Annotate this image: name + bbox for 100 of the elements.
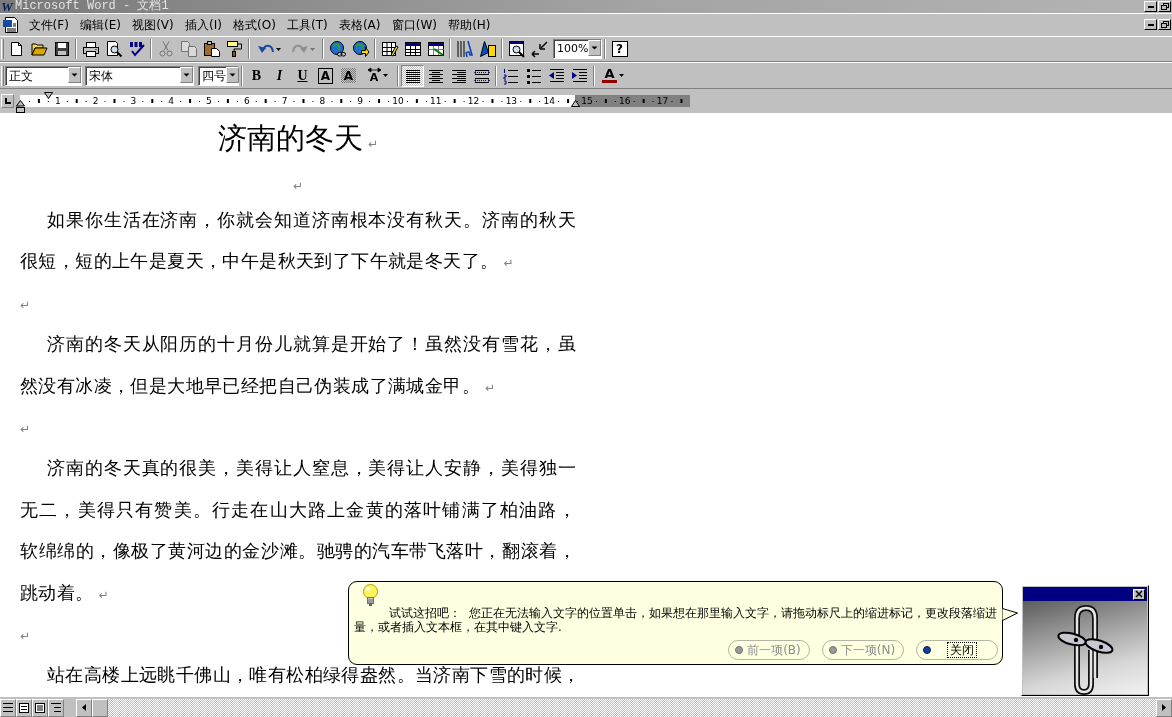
ruler-number: 14 — [543, 96, 555, 106]
scroll-left-button[interactable] — [76, 698, 92, 717]
minimize-button[interactable] — [1144, 19, 1157, 30]
zoom-dropdown[interactable]: 100% — [553, 39, 602, 59]
justify-lines-icon — [404, 67, 421, 84]
menu-item[interactable]: 格式(O) — [227, 16, 282, 33]
restore-icon — [1160, 3, 1169, 10]
page-magnifier-icon — [105, 41, 122, 57]
clipboard-icon — [203, 41, 220, 57]
indent-icon — [571, 67, 588, 84]
paragraph-mark: ↵ — [20, 628, 31, 643]
up-triangle-icon[interactable] — [571, 100, 580, 107]
caret-icon — [309, 47, 315, 51]
show-hide-button[interactable] — [528, 38, 551, 60]
font-dropdown[interactable]: 宋体 — [85, 65, 194, 86]
paragraph-mark: ↵ — [20, 421, 31, 436]
bold-button[interactable]: B — [245, 64, 268, 87]
double-arrow-icon — [367, 68, 381, 72]
caret-icon — [618, 74, 624, 77]
page-icon — [35, 702, 45, 713]
ruler-number: 9 — [357, 96, 364, 106]
columns-icon — [456, 41, 473, 57]
ruler-number: 13 — [505, 96, 518, 106]
web-layout-view-button[interactable] — [16, 698, 32, 717]
menu-item[interactable]: 窗口(W) — [386, 16, 443, 33]
dropdown-arrow-icon — [226, 66, 239, 83]
paint-roller-icon — [226, 41, 243, 57]
dropdown-arrow-icon — [68, 66, 81, 83]
left-arrow-icon — [82, 704, 86, 711]
menu-item[interactable]: 编辑(E) — [74, 16, 127, 33]
restore-icon — [1160, 21, 1169, 28]
dropdown-arrow-icon — [180, 66, 193, 83]
app-logo: W — [1, 0, 13, 13]
toolbar-grip[interactable] — [1, 39, 4, 59]
lines-icon — [3, 703, 13, 712]
underline-button[interactable]: U — [291, 64, 314, 87]
minimize-icon — [1147, 23, 1154, 26]
paragraph-mark: ↵ — [20, 297, 31, 312]
table-pencil-icon — [381, 41, 398, 57]
numbered-list-icon — [502, 67, 519, 84]
caret-icon — [275, 47, 281, 51]
style-dropdown[interactable]: 正文 — [5, 65, 82, 86]
minimize-button[interactable] — [1144, 1, 1157, 12]
menu-item[interactable]: 表格(A) — [333, 16, 387, 33]
ruler-number: 7 — [281, 96, 288, 106]
triangle-box-icon[interactable] — [16, 100, 25, 113]
ruler-number: 5 — [206, 96, 212, 106]
arrows-icon — [531, 41, 548, 57]
ruler-number: 16 — [619, 96, 631, 106]
italic-button[interactable]: I — [268, 64, 291, 87]
globe-chain-icon — [329, 41, 346, 57]
dot-icon — [923, 646, 931, 654]
font-size-dropdown[interactable]: 四号 — [198, 65, 239, 86]
bulleted-list-icon — [525, 67, 542, 84]
framed-page-icon — [19, 702, 29, 713]
down-triangle-icon[interactable] — [44, 92, 53, 99]
ruler-number: 3 — [130, 96, 137, 106]
toolbar-grip[interactable] — [1, 65, 4, 86]
normal-view-button[interactable] — [0, 698, 16, 717]
two-pages-icon — [180, 41, 197, 57]
page-layout-view-button[interactable] — [32, 698, 48, 717]
ruler-number: 17 — [656, 96, 669, 106]
menu-item[interactable]: 视图(V) — [126, 16, 180, 33]
ruler-number: 2 — [92, 96, 99, 106]
ruler-number: 1 — [54, 96, 61, 106]
ruler-number: 11 — [430, 96, 442, 106]
text-line: 然没有冰凌，但是大地早已经把自己伪装成了满城金甲。 ↵ — [20, 375, 496, 396]
text-line: 跳动着。 ↵ — [20, 582, 110, 603]
text-line: 很短，短的上午是夏天，中午是秋天到了下午就是冬天了。 ↵ — [20, 251, 514, 272]
text-line: 济南的冬天真的很美，美得让人窒息，美得让人安静，美得独一 — [46, 458, 576, 479]
character-shading-button[interactable]: A — [337, 64, 360, 87]
dropdown-arrow-icon — [588, 40, 602, 56]
menu-item[interactable]: 文件(F) — [23, 16, 75, 33]
menu-item[interactable]: 帮助(H) — [442, 16, 497, 33]
text-line: 如果你生活在济南，你就会知道济南根本没有秋天。济南的秋天 — [46, 210, 576, 230]
ruler-number: 15 — [581, 96, 593, 106]
restore-button[interactable] — [1158, 19, 1171, 30]
text-line: 无二，美得只有赞美。行走在山大路上金黄的落叶铺满了柏油路， — [20, 499, 576, 520]
ruler-number: 4 — [168, 96, 175, 106]
close-button[interactable] — [1133, 588, 1145, 600]
tab-selector-button[interactable] — [1, 94, 14, 108]
character-scale-button[interactable]: A — [360, 64, 395, 87]
folder-icon — [30, 41, 47, 57]
corner-bracket-icon — [4, 98, 11, 104]
tip-text: 试试这招吧： 您正在无法输入文字的位置单击，如果想在那里输入文字，请拖动标尺上的缩进标记，更改段落缩进量，或者插入文本框，在其中键入文字. — [354, 606, 997, 634]
menu-item[interactable]: 工具(T) — [281, 16, 334, 33]
justify-button[interactable] — [401, 64, 424, 87]
font-color-button[interactable]: A — [597, 64, 629, 87]
text-line: 济南的冬天从阳历的十月份儿就算是开始了！虽然没有雪花，虽 — [46, 334, 576, 355]
menu-item[interactable]: 插入(I) — [179, 16, 228, 33]
window-magnifier-icon — [508, 41, 525, 57]
right-lines-icon — [450, 67, 467, 84]
scroll-right-button[interactable] — [1156, 698, 1172, 717]
minimize-icon — [1147, 5, 1154, 8]
ruler-number: 10 — [392, 96, 404, 106]
outline-lines-icon — [51, 703, 61, 712]
restore-button[interactable] — [1158, 1, 1171, 12]
outline-view-button[interactable] — [48, 698, 64, 717]
scroll-thumb[interactable] — [92, 698, 108, 717]
balloon-button[interactable]: 关闭 — [916, 640, 998, 660]
